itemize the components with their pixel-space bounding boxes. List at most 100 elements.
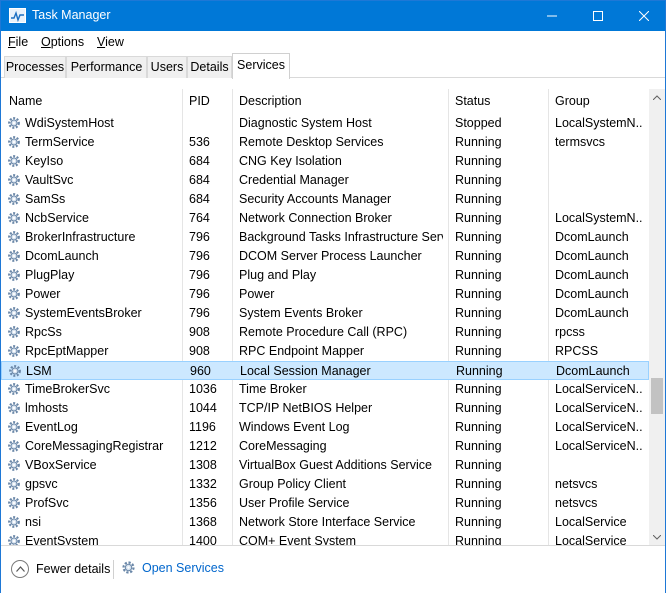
table-row[interactable]: RpcEptMapper 908 RPC Endpoint Mapper Runnin…	[1, 342, 649, 361]
service-status: Running	[455, 515, 502, 529]
scroll-down-button[interactable]	[649, 529, 665, 545]
column-header-group[interactable]: Group	[549, 89, 647, 113]
service-description: CNG Key Isolation	[239, 154, 342, 168]
service-description: Remote Desktop Services	[239, 135, 384, 149]
table-header: Name PID Description Status Group	[1, 89, 649, 113]
service-description: CoreMessaging	[239, 439, 327, 453]
service-group: LocalService	[555, 515, 627, 529]
service-group: LocalSystemN...	[555, 211, 643, 225]
service-gear-icon	[7, 458, 21, 472]
tab-processes[interactable]: Processes	[4, 56, 66, 78]
close-button[interactable]	[621, 1, 666, 31]
tab-performance[interactable]: Performance	[66, 56, 147, 78]
vertical-scrollbar[interactable]	[649, 89, 665, 545]
services-gear-icon	[122, 561, 135, 574]
service-pid: 1196	[189, 420, 216, 434]
table-row[interactable]: SystemEventsBroker 796 System Events Broke…	[1, 304, 649, 323]
service-name: lmhosts	[25, 401, 69, 415]
window-title: Task Manager	[32, 8, 111, 22]
service-gear-icon	[7, 439, 21, 453]
table-row[interactable]: EventLog 1196 Windows Event Log Running Loca…	[1, 418, 649, 437]
service-name: SamSs	[25, 192, 66, 206]
service-description: Network Store Interface Service	[239, 515, 416, 529]
service-name: PlugPlay	[25, 268, 75, 282]
service-group: LocalServiceN...	[555, 420, 643, 434]
service-pid: 1308	[189, 458, 217, 472]
service-gear-icon	[7, 306, 21, 320]
table-row[interactable]: TimeBrokerSvc 1036 Time Broker Running Local…	[1, 380, 649, 399]
service-pid: 764	[189, 211, 210, 225]
service-description: COM+ Event System	[239, 534, 357, 545]
scrollbar-thumb[interactable]	[651, 378, 663, 414]
table-row[interactable]: EventSystem 1400 COM+ Event System Running L…	[1, 532, 649, 545]
service-description: DCOM Server Process Launcher	[239, 249, 422, 263]
service-description: Security Accounts Manager	[239, 192, 392, 206]
column-header-status[interactable]: Status	[449, 89, 547, 113]
service-status: Running	[455, 230, 502, 244]
open-services-link[interactable]: Open Services	[121, 560, 224, 575]
service-group: netsvcs	[555, 496, 598, 510]
table-row[interactable]: CoreMessagingRegistrar 1212 CoreMessaging R…	[1, 437, 649, 456]
maximize-button[interactable]	[575, 1, 621, 31]
menu-file-label: ile	[15, 35, 29, 49]
table-row[interactable]: KeyIso 684 CNG Key Isolation Running	[1, 152, 649, 171]
service-group: LocalServiceN...	[555, 401, 643, 415]
table-row[interactable]: VBoxService 1308 VirtualBox Guest Addition…	[1, 456, 649, 475]
table-row[interactable]: VaultSvc 684 Credential Manager Running	[1, 171, 649, 190]
service-name: Power	[25, 287, 61, 301]
table-row[interactable]: nsi 1368 Network Store Interface Service Ru…	[1, 513, 649, 532]
service-pid: 796	[189, 287, 210, 301]
title-bar[interactable]: Task Manager	[1, 1, 665, 31]
service-description: Windows Event Log	[239, 420, 350, 434]
tab-details[interactable]: Details	[187, 56, 232, 78]
menu-file[interactable]: File	[8, 35, 28, 49]
scroll-up-button[interactable]	[649, 89, 665, 105]
table-row[interactable]: BrokerInfrastructure 796 Background Tasks …	[1, 228, 649, 247]
service-group: DcomLaunch	[555, 268, 629, 282]
service-pid: 536	[189, 135, 210, 149]
service-description: System Events Broker	[239, 306, 363, 320]
service-name: RpcEptMapper	[25, 344, 109, 358]
table-row[interactable]: lmhosts 1044 TCP/IP NetBIOS Helper Running L…	[1, 399, 649, 418]
service-status: Running	[455, 173, 502, 187]
service-description: Group Policy Client	[239, 477, 346, 491]
table-row[interactable]: gpsvc 1332 Group Policy Client Running netsv…	[1, 475, 649, 494]
minimize-button[interactable]	[529, 1, 575, 31]
service-pid: 684	[189, 154, 210, 168]
column-header-name[interactable]: Name	[3, 89, 181, 113]
table-row[interactable]: PlugPlay 796 Plug and Play Running DcomLaunc…	[1, 266, 649, 285]
service-gear-icon	[7, 268, 21, 282]
service-name: DcomLaunch	[25, 249, 99, 263]
service-status: Running	[455, 249, 502, 263]
tab-services[interactable]: Services	[232, 53, 290, 79]
service-description: TCP/IP NetBIOS Helper	[239, 401, 373, 415]
column-header-pid[interactable]: PID	[183, 89, 231, 113]
tab-users[interactable]: Users	[147, 56, 187, 78]
service-gear-icon	[7, 401, 21, 415]
table-row[interactable]: WdiSystemHost Diagnostic System Host Stopp…	[1, 114, 649, 133]
menu-options[interactable]: Options	[41, 35, 84, 49]
table-row[interactable]: SamSs 684 Security Accounts Manager Running	[1, 190, 649, 209]
table-row[interactable]: LSM 960 Local Session Manager Running DcomLa…	[1, 361, 649, 380]
table-row[interactable]: DcomLaunch 796 DCOM Server Process Launche…	[1, 247, 649, 266]
menu-view-label: iew	[105, 35, 124, 49]
table-row[interactable]: Power 796 Power Running DcomLaunch	[1, 285, 649, 304]
menu-view[interactable]: View	[97, 35, 124, 49]
service-gear-icon	[7, 325, 21, 339]
service-gear-icon	[7, 192, 21, 206]
table-row[interactable]: RpcSs 908 Remote Procedure Call (RPC) Runni…	[1, 323, 649, 342]
service-status: Running	[455, 287, 502, 301]
service-gear-icon	[7, 420, 21, 434]
service-gear-icon	[8, 364, 22, 378]
service-group: RPCSS	[555, 344, 599, 358]
service-gear-icon	[7, 154, 21, 168]
column-header-description[interactable]: Description	[233, 89, 447, 113]
service-gear-icon	[7, 382, 21, 396]
table-row[interactable]: NcbService 764 Network Connection Broker Ru…	[1, 209, 649, 228]
table-row[interactable]: TermService 536 Remote Desktop Services Run…	[1, 133, 649, 152]
fewer-details-button[interactable]: Fewer details	[11, 560, 110, 578]
menu-bar: File Options View	[1, 31, 665, 53]
open-services-label: Open Services	[142, 560, 224, 575]
service-name: ProfSvc	[25, 496, 69, 510]
table-row[interactable]: ProfSvc 1356 User Profile Service Running ne…	[1, 494, 649, 513]
